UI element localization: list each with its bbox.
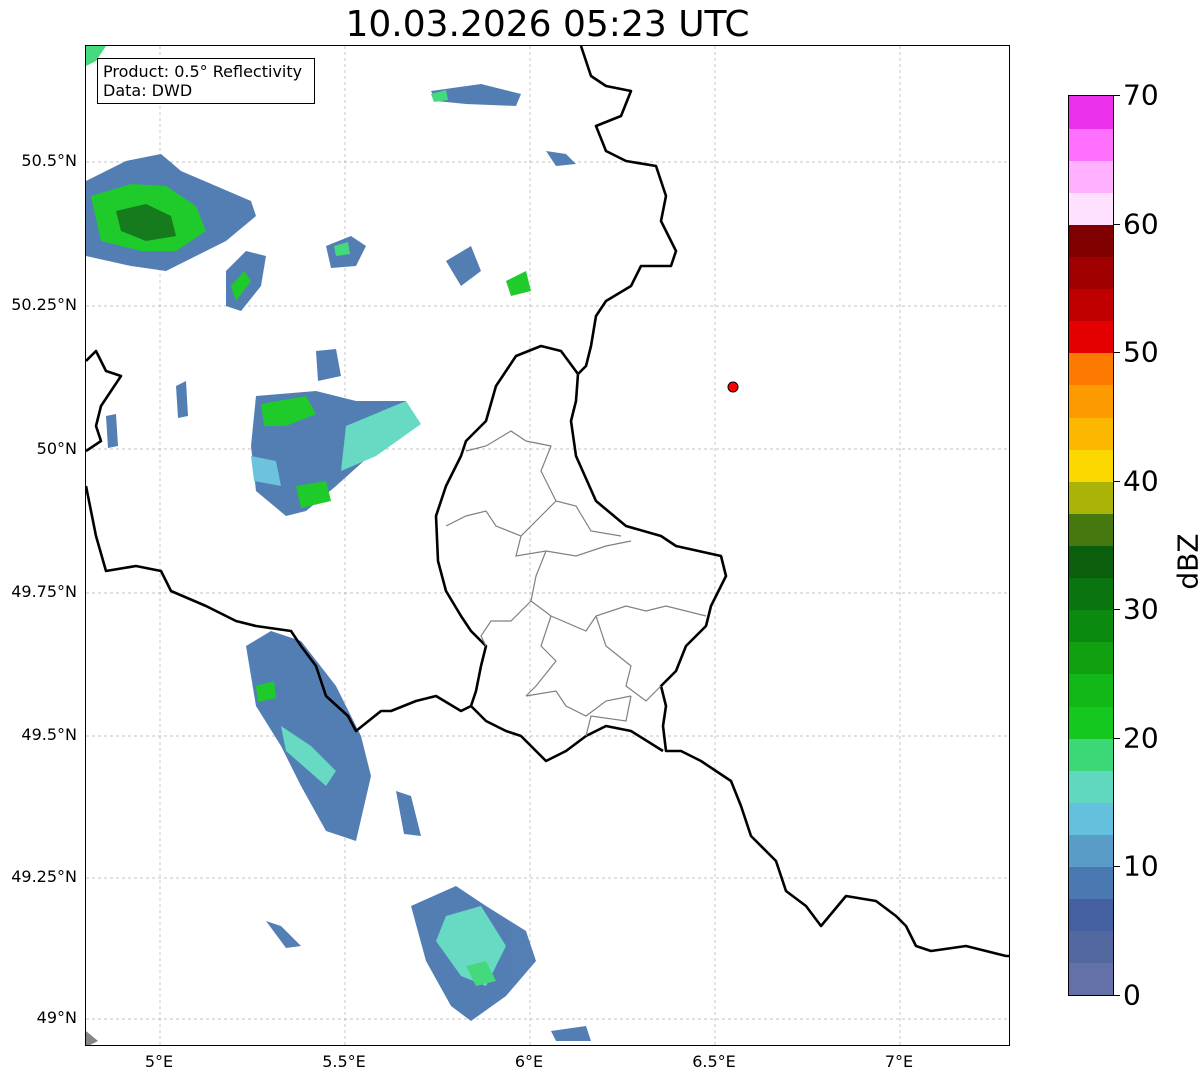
- colorbar-segment: [1069, 577, 1113, 611]
- echo-cell-g: [106, 414, 118, 448]
- echo-cell-d: [506, 271, 531, 296]
- colorbar-segment: [1069, 738, 1113, 771]
- colorbar-segment: [1069, 256, 1113, 290]
- location-marker: [727, 381, 739, 393]
- colorbar-tick-mark: [1114, 223, 1120, 225]
- colorbar-tick-mark: [1114, 995, 1120, 996]
- colorbar-segment: [1069, 192, 1113, 225]
- colorbar-tick-mark: [1114, 609, 1120, 611]
- data-source-label: Data: DWD: [103, 81, 193, 100]
- colorbar-tick-label: 50: [1123, 335, 1159, 369]
- echo-top2: [546, 151, 576, 166]
- echo-cell-c: [446, 246, 481, 286]
- colorbar-segment: [1069, 545, 1113, 579]
- colorbar: [1068, 95, 1114, 996]
- colorbar-tick-label: 10: [1123, 849, 1159, 883]
- lat-label: 49.25°N: [11, 867, 77, 886]
- colorbar-tick-label: 40: [1123, 464, 1159, 498]
- echo-cell-f: [176, 381, 188, 418]
- lat-label: 49°N: [36, 1008, 77, 1027]
- lat-label: 50.25°N: [11, 295, 77, 314]
- radar-echoes: [86, 46, 591, 1045]
- colorbar-segment: [1069, 834, 1113, 868]
- colorbar-tick-mark: [1114, 95, 1120, 96]
- lon-label: 6.5°E: [692, 1052, 736, 1071]
- border-east: [569, 46, 1009, 958]
- colorbar-tick-label: 0: [1123, 978, 1141, 1012]
- echo-sw-band: [246, 631, 371, 841]
- colorbar-segment: [1069, 609, 1113, 643]
- map-canvas: [86, 46, 1009, 1045]
- colorbar-tick-label: 20: [1123, 721, 1159, 755]
- lat-label: 50.5°N: [21, 151, 77, 170]
- colorbar-tick-mark: [1114, 737, 1120, 739]
- colorbar-segment: [1069, 706, 1113, 739]
- echo-s-small: [266, 921, 301, 948]
- colorbar-segment: [1069, 770, 1113, 803]
- map-title: 10.03.2026 05:23 UTC: [345, 4, 750, 45]
- colorbar-segment: [1069, 160, 1113, 193]
- colorbar-tick-label: 70: [1123, 78, 1159, 112]
- colorbar-segment: [1069, 417, 1113, 450]
- colorbar-segment: [1069, 224, 1113, 258]
- colorbar-unit: dBZ: [1171, 533, 1202, 590]
- echo-cell-e: [316, 349, 341, 381]
- colorbar-segment: [1069, 930, 1113, 964]
- colorbar-segment: [1069, 673, 1113, 707]
- lon-label: 6°E: [514, 1052, 544, 1071]
- lat-label: 50°N: [36, 439, 77, 458]
- echo-corner: [86, 1031, 98, 1045]
- colorbar-segment: [1069, 320, 1113, 354]
- colorbar-tick-mark: [1114, 352, 1120, 354]
- colorbar-segment: [1069, 866, 1113, 900]
- colorbar-segment: [1069, 898, 1113, 932]
- country-borders: [86, 46, 1009, 958]
- colorbar-segment: [1069, 288, 1113, 322]
- colorbar-segment: [1069, 962, 1113, 996]
- colorbar-tick-mark: [1114, 866, 1120, 868]
- colorbar-segment: [1069, 802, 1113, 835]
- echo-s-bottom: [551, 1026, 591, 1041]
- colorbar-segment: [1069, 384, 1113, 418]
- info-box: Product: 0.5° Reflectivity Data: DWD: [97, 58, 315, 104]
- colorbar-segment: [1069, 481, 1113, 514]
- colorbar-tick-label: 30: [1123, 592, 1159, 626]
- colorbar-segment: [1069, 352, 1113, 386]
- colorbar-segment: [1069, 513, 1113, 546]
- radar-map[interactable]: [85, 45, 1010, 1046]
- colorbar-segment: [1069, 96, 1113, 129]
- echo-sw-small: [396, 791, 421, 836]
- lat-label: 49.5°N: [21, 725, 77, 744]
- lon-label: 5.5°E: [322, 1052, 366, 1071]
- lon-label: 7°E: [884, 1052, 914, 1071]
- colorbar-segment: [1069, 128, 1113, 161]
- lon-label: 5°E: [144, 1052, 174, 1071]
- border-lux-south: [470, 705, 664, 763]
- district-borders: [445, 430, 707, 737]
- lat-label: 49.75°N: [11, 582, 77, 601]
- colorbar-segment: [1069, 641, 1113, 675]
- product-label: Product: 0.5° Reflectivity: [103, 62, 303, 81]
- colorbar-segment: [1069, 449, 1113, 482]
- colorbar-tick-mark: [1114, 480, 1120, 482]
- colorbar-tick-label: 60: [1123, 207, 1159, 241]
